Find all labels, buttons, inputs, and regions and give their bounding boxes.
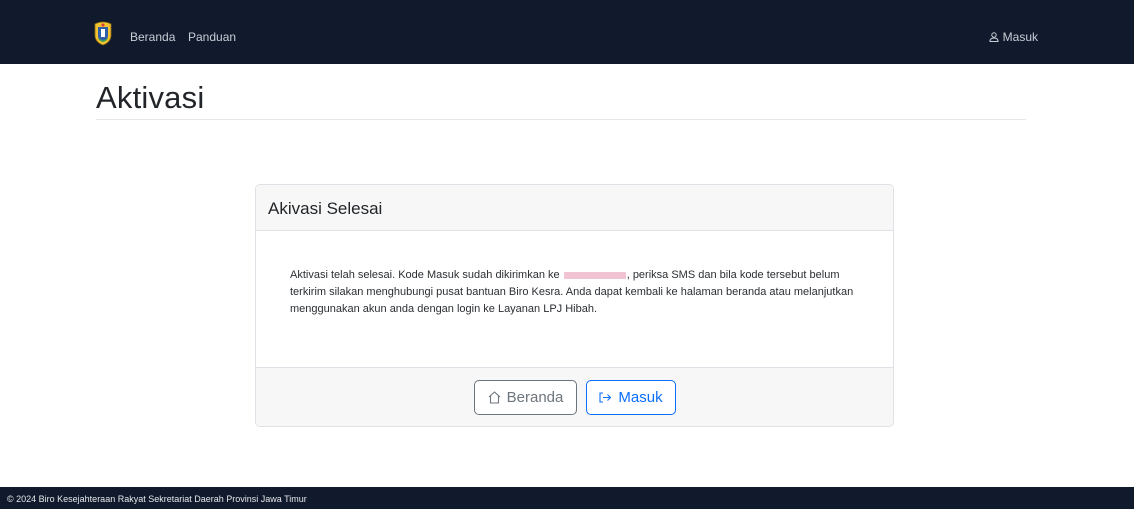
box-arrow-in-right-icon bbox=[599, 392, 612, 403]
activation-card: Akivasi Selesai Aktivasi telah selesai. … bbox=[255, 184, 894, 427]
card-footer: Beranda Masuk bbox=[256, 367, 893, 426]
home-button-label: Beranda bbox=[506, 389, 564, 406]
province-logo-icon[interactable] bbox=[92, 20, 114, 46]
footer-copyright: © 2024 Biro Kesejahteraan Rakyat Sekreta… bbox=[7, 494, 307, 504]
login-button-label: Masuk bbox=[618, 389, 663, 406]
house-icon bbox=[488, 391, 501, 404]
nav-link-beranda[interactable]: Beranda bbox=[130, 30, 175, 44]
user-icon bbox=[989, 32, 999, 42]
home-button[interactable]: Beranda bbox=[473, 380, 577, 415]
title-divider bbox=[96, 119, 1026, 120]
nav-login-link[interactable]: Masuk bbox=[989, 30, 1038, 44]
page-footer: © 2024 Biro Kesejahteraan Rakyat Sekreta… bbox=[0, 487, 1134, 509]
login-button[interactable]: Masuk bbox=[585, 380, 676, 415]
navbar: Beranda Panduan Masuk bbox=[0, 0, 1134, 64]
page-title: Aktivasi bbox=[96, 80, 205, 115]
card-body: Aktivasi telah selesai. Kode Masuk sudah… bbox=[256, 231, 893, 367]
nav-link-panduan[interactable]: Panduan bbox=[188, 30, 236, 44]
nav-login-label: Masuk bbox=[1002, 30, 1038, 44]
card-header: Akivasi Selesai bbox=[256, 185, 893, 231]
redacted-phone-number bbox=[563, 271, 626, 279]
activation-message: Aktivasi telah selesai. Kode Masuk sudah… bbox=[290, 267, 860, 318]
message-text-start: Aktivasi telah selesai. Kode Masuk sudah… bbox=[290, 269, 560, 281]
